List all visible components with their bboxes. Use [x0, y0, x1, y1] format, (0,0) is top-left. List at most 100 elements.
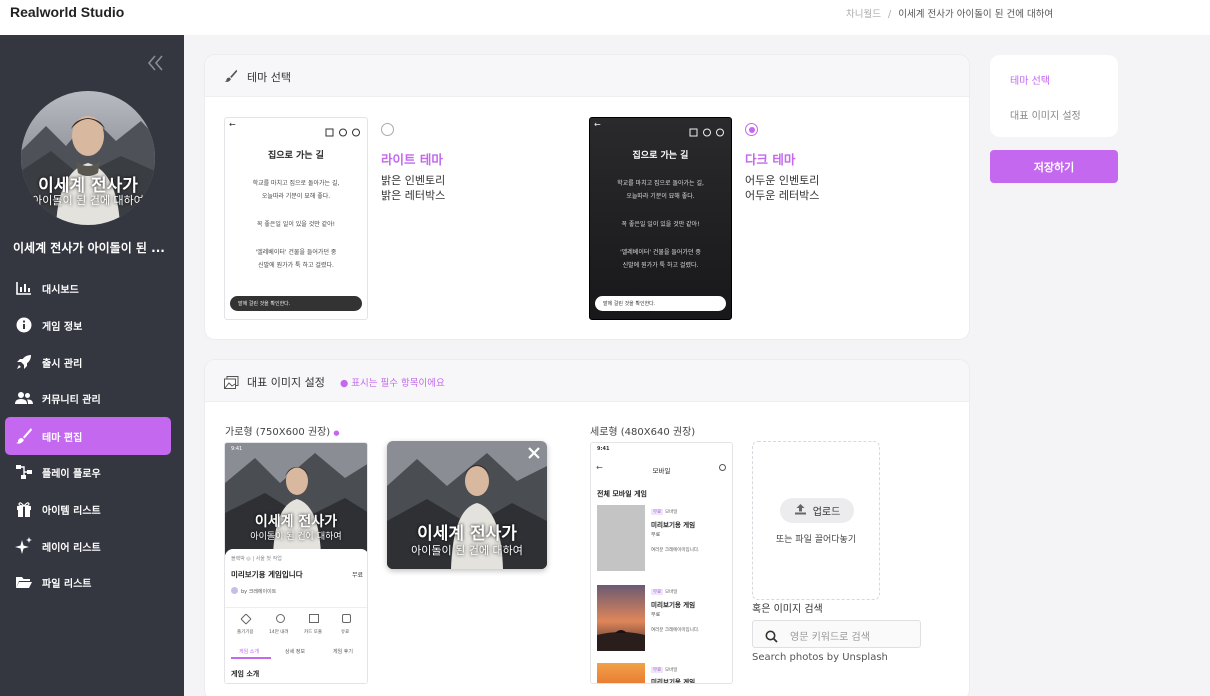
- mock-sub: 모바일: [665, 668, 678, 673]
- light-theme-radio[interactable]: [381, 123, 394, 136]
- landscape-label-text: 가로형 (750X600 권장): [225, 427, 331, 438]
- users-icon: [15, 389, 33, 407]
- close-icon[interactable]: [527, 445, 541, 464]
- sidebar-item-item-list[interactable]: 아이템 리스트: [5, 490, 171, 528]
- book-icon: [309, 614, 319, 623]
- required-note: ● 표시는 필수 항목이에요: [340, 378, 445, 389]
- landscape-label: 가로형 (750X600 권장) ●: [225, 423, 339, 438]
- portrait-label: 세로형 (480X640 권장): [590, 427, 696, 438]
- mock-section: 전체 모바일 게임: [597, 490, 647, 498]
- theme-select-panel: 테마 선택 ← 집으로 가는 길 학교를 마치고 집으로 돌아가는 길, 오늘따…: [205, 55, 969, 339]
- upload-label: 업로드: [812, 507, 841, 518]
- mock-tags: 블랙박 ◎ | 서울 첫 작업: [231, 556, 282, 562]
- upload-button[interactable]: 업로드: [780, 498, 854, 523]
- back-arrow-icon: ←: [229, 120, 236, 129]
- breadcrumb-current: 이세계 전사가 아이돌이 된 건에 대하여: [898, 9, 1054, 20]
- dark-theme-name: 다크 테마: [745, 152, 796, 167]
- section-nav-cover-image[interactable]: 대표 이미지 설정: [1010, 107, 1081, 122]
- preview-line: 오늘따라 기분이 묘해 좋다.: [626, 193, 695, 200]
- sidebar-item-game-info[interactable]: 게임 정보: [5, 306, 171, 344]
- folder-icon: [15, 573, 33, 591]
- preview-line: 학교를 마치고 집으로 돌아가는 길,: [252, 180, 340, 187]
- landscape-uploaded-image[interactable]: 이세계 전사가 아이돌이 된 건에 대하여: [387, 441, 547, 569]
- active-tab-underline: [231, 657, 271, 659]
- panel-header: 대표 이미지 설정 ● 표시는 필수 항목이에요: [205, 360, 969, 402]
- double-chevron-left-icon[interactable]: [146, 53, 166, 77]
- dark-theme-radio[interactable]: [745, 123, 758, 136]
- sidebar-item-community[interactable]: 커뮤니티 관리: [5, 379, 171, 417]
- light-theme-desc-line: 밝은 레터박스: [381, 189, 446, 202]
- portrait-dropzone[interactable]: 업로드 또는 파일 끌어다놓기: [752, 441, 880, 600]
- mock-tag: 무료: [651, 667, 664, 673]
- breadcrumb: 차니월드 / 이세계 전사가 아이돌이 된 건에 대하여: [846, 6, 1053, 20]
- preview-title: 집으로 가는 길: [632, 151, 689, 161]
- placeholder-thumbnail: [597, 505, 645, 571]
- preview-line: '엘레베이터' 건물을 들어가던 중: [255, 249, 337, 256]
- save-button[interactable]: 저장하기: [990, 150, 1118, 183]
- mock-item-title: 미리보기용 게임: [651, 521, 696, 529]
- upload-icon: [794, 503, 807, 518]
- panel-title: 테마 선택: [247, 71, 291, 84]
- preview-input: 발에 걸린 것을 확인한다.: [230, 296, 362, 311]
- section-nav: 테마 선택 대표 이미지 설정: [990, 55, 1118, 137]
- dark-theme-desc-line: 어두운 레터박스: [745, 189, 820, 202]
- mock-badge: 무료: [351, 572, 363, 579]
- sidebar-item-label: 테마 편집: [42, 432, 83, 444]
- images-icon: [224, 374, 239, 393]
- panel-header: 테마 선택: [205, 55, 969, 97]
- unsplash-note: Search photos by Unsplash: [752, 652, 888, 663]
- mock-action: 14만 내려: [269, 630, 289, 635]
- sidebar-item-label: 커뮤니티 관리: [42, 394, 101, 406]
- top-bar: Realworld Studio 차니월드 / 이세계 전사가 아이돌이 된 건…: [0, 0, 1210, 35]
- game-cover-image: 이세계 전사가 아이돌이 된 건에 대하여: [21, 91, 155, 225]
- light-theme-desc: 밝은 인벤토리 밝은 레터박스: [381, 173, 445, 203]
- mock-sub: 모바일: [665, 510, 678, 515]
- sidebar-item-label: 플레이 플로우: [42, 468, 101, 480]
- preview-line: 학교를 마치고 집으로 돌아가는 길,: [617, 180, 704, 187]
- light-theme-preview[interactable]: ← 집으로 가는 길 학교를 마치고 집으로 돌아가는 길, 오늘따라 기분이 …: [224, 117, 368, 320]
- mock-desc: 여러분 크레에이미입니다.: [651, 628, 700, 633]
- game-name: 이세계 전사가 아이돌이 된 ...: [13, 241, 165, 255]
- sidebar-item-release[interactable]: 출시 관리: [5, 343, 171, 381]
- mock-section: 게임 소개: [231, 670, 260, 678]
- search-icon: [719, 464, 726, 471]
- brush-icon: [15, 427, 33, 445]
- mock-sheet: 블랙박 ◎ | 서울 첫 작업 미리보기용 게임입니다 무료 by 크레에이이트…: [225, 549, 367, 683]
- mock-tag: 무료: [651, 589, 664, 595]
- brand-logo[interactable]: Realworld Studio: [10, 4, 124, 20]
- mock-header: 모바일: [652, 467, 671, 475]
- sidebar-item-layer-list[interactable]: 레이어 리스트: [5, 527, 171, 565]
- sidebar-item-play-flow[interactable]: 플레이 플로우: [5, 453, 171, 491]
- image-search-input[interactable]: 영문 키워드로 검색: [752, 620, 921, 648]
- cover-title-text: 이세계 전사가: [254, 514, 338, 530]
- dark-theme-desc-line: 어두운 인벤토리: [745, 174, 820, 187]
- mock-action: 카드 또출: [304, 630, 322, 635]
- breadcrumb-parent[interactable]: 차니월드: [846, 9, 881, 20]
- section-nav-theme[interactable]: 테마 선택: [1010, 72, 1050, 87]
- sidebar-item-theme-edit[interactable]: 테마 편집: [5, 417, 171, 455]
- mock-badge: 무료: [651, 612, 661, 618]
- clock-icon: [276, 614, 285, 623]
- required-dot: ●: [333, 429, 340, 437]
- image-search-label: 혹은 이미지 검색: [752, 604, 823, 615]
- status-time: 9:41: [231, 446, 243, 452]
- preview-line: 신발에 뭔가가 툭 하고 걸렸다.: [258, 262, 334, 269]
- preview-line: '엘레베이터' 건물을 들어가던 중: [620, 249, 701, 256]
- sidebar-item-label: 게임 정보: [42, 321, 83, 333]
- preview-input: 발에 걸린 것을 확인한다.: [595, 296, 726, 311]
- preview-title: 집으로 가는 길: [268, 151, 324, 161]
- light-theme-desc-line: 밝은 인벤토리: [381, 174, 446, 187]
- sidebar: 이세계 전사가 아이돌이 된 건에 대하여 이세계 전사가 아이돌이 된 ...…: [0, 35, 184, 696]
- sunset-thumbnail: [597, 585, 645, 651]
- dark-theme-preview[interactable]: ← 집으로 가는 길 학교를 마치고 집으로 돌아가는 길, 오늘따라 기분이 …: [589, 117, 732, 320]
- mock-badge: 무료: [651, 532, 661, 538]
- sidebar-item-file-list[interactable]: 파일 리스트: [5, 563, 171, 601]
- search-placeholder: 영문 키워드로 검색: [790, 632, 870, 643]
- mock-action: 즐기기용: [237, 630, 254, 635]
- mock-title: 미리보기용 게임입니다: [231, 570, 303, 579]
- mock-sub: 모바일: [665, 590, 678, 595]
- mock-tab: 상세 정보: [285, 649, 305, 655]
- sidebar-item-dashboard[interactable]: 대시보드: [5, 269, 171, 307]
- toolbar-icons: [325, 122, 361, 141]
- sidebar-item-label: 파일 리스트: [42, 578, 92, 590]
